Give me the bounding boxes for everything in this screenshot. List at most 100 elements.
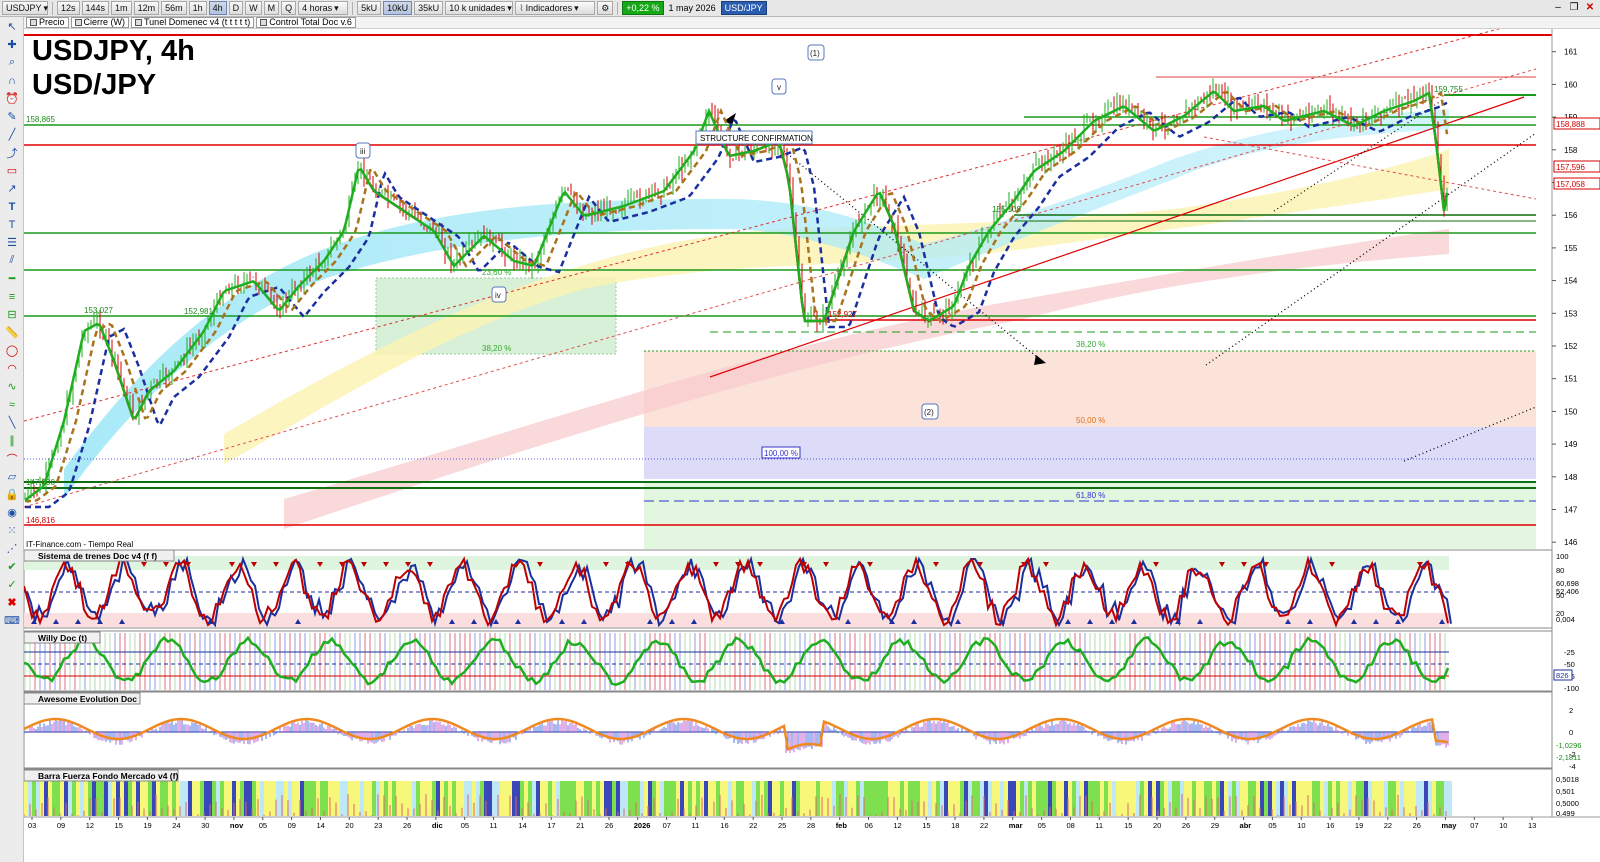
barra-bar — [1324, 781, 1328, 816]
trenes-axis: 1008060,69852,40650200,004 — [1556, 552, 1579, 624]
units-selector[interactable]: 10 k unidades ▾ — [445, 1, 514, 15]
eraser-icon[interactable]: ▱ — [2, 468, 22, 485]
barra-bar — [1088, 781, 1092, 816]
timeframe-1h[interactable]: 1h — [188, 1, 207, 15]
ellipse-icon[interactable]: ◯ — [2, 342, 22, 359]
timeframe-56m[interactable]: 56m — [161, 1, 187, 15]
barra-bar — [1448, 781, 1452, 816]
volume-10ku[interactable]: 10kU — [383, 1, 413, 15]
magnet-icon[interactable]: ∩ — [2, 72, 22, 89]
horizontal-line-icon[interactable]: ━ — [2, 270, 22, 287]
barra-bar — [48, 781, 52, 816]
check-icon[interactable]: ✓ — [2, 576, 22, 593]
barra-bar — [432, 781, 436, 816]
indicators-label: Indicadores — [525, 3, 573, 13]
restore-icon[interactable]: ❐ — [1568, 1, 1580, 14]
willy-bar — [1014, 633, 1016, 690]
willy-bar — [254, 633, 256, 690]
timeframe-12s[interactable]: 12s — [57, 1, 80, 15]
barra-bar — [152, 781, 156, 816]
willy-bar — [809, 633, 811, 690]
delete-icon[interactable]: ✖ — [2, 594, 22, 611]
timeframe-q[interactable]: Q — [281, 1, 297, 15]
barra-bar — [268, 781, 272, 816]
toolbar-divider — [52, 1, 53, 15]
timeframe-1m[interactable]: 1m — [111, 1, 132, 15]
timeframe-w[interactable]: W — [245, 1, 262, 15]
chart-area[interactable]: 158,865 153,027 152,981 152,927 155,108 … — [23, 15, 1600, 862]
period-selector[interactable]: 4 horas ▾ — [298, 1, 349, 15]
willy-bar — [1274, 633, 1276, 690]
awesome-tag: -1,0296 — [1556, 741, 1581, 750]
barra-bar — [440, 781, 444, 816]
timeframe-4h[interactable]: 4h — [208, 1, 227, 15]
barra-bar — [1224, 781, 1228, 816]
timeframe-12m[interactable]: 12m — [133, 1, 160, 15]
barra-bar — [1160, 781, 1164, 816]
cursor-icon[interactable]: ↖ — [2, 18, 22, 35]
parallel-icon[interactable]: ∥ — [2, 432, 22, 449]
keyboard-icon[interactable]: ⌨ — [2, 612, 22, 629]
text-box-icon[interactable]: T — [2, 216, 22, 233]
pencil-icon[interactable]: ✎ — [2, 108, 22, 125]
level-icon[interactable]: ⊟ — [2, 306, 22, 323]
willy-bar — [939, 633, 941, 690]
crosshair-icon[interactable]: ✚ — [2, 36, 22, 53]
lock-icon[interactable]: 🔒 — [2, 486, 22, 503]
barra-bar — [168, 781, 172, 816]
volume-5ku[interactable]: 5kU — [357, 1, 382, 15]
timeframe-144s[interactable]: 144s — [81, 1, 110, 15]
timeframe-m[interactable]: M — [263, 1, 280, 15]
arc-icon[interactable]: ◠ — [2, 360, 22, 377]
willy-bar — [934, 633, 936, 690]
tab-control-total[interactable]: Control Total Doc v.6 — [256, 17, 356, 28]
willy-bar — [1204, 633, 1206, 690]
line-icon[interactable]: ╲ — [2, 414, 22, 431]
barra-bar — [1136, 781, 1140, 816]
ruler-icon[interactable]: 📏 — [2, 324, 22, 341]
barra-bar — [756, 781, 760, 816]
close-icon[interactable]: ✕ — [1584, 1, 1596, 14]
rectangle-icon[interactable]: ▭ — [2, 162, 22, 179]
zoom-icon[interactable]: ⌕ — [2, 54, 22, 71]
date-tick-label: 05 — [259, 821, 267, 830]
timeframe-d[interactable]: D — [228, 1, 244, 15]
ray-icon[interactable]: ⤴ — [2, 144, 22, 161]
symbol-selector[interactable]: USDJPY ▾ — [2, 1, 48, 15]
fib-label-50: 50,00 % — [1076, 416, 1105, 425]
brush-icon[interactable]: ⌒ — [2, 450, 22, 467]
fibonacci-icon[interactable]: ☰ — [2, 234, 22, 251]
pattern-icon[interactable]: ⁙ — [2, 522, 22, 539]
channel-icon[interactable]: ⫽ — [2, 252, 22, 269]
text-icon[interactable]: T — [2, 198, 22, 215]
tab-tunel-domenec[interactable]: Tunel Domenec v4 (t t t t t) — [131, 17, 255, 28]
elliott-icon[interactable]: ⋰ — [2, 540, 22, 557]
eye-icon[interactable]: ◉ — [2, 504, 22, 521]
barra-bar — [632, 781, 636, 816]
alarm-icon[interactable]: ⏰ — [2, 90, 22, 107]
tab-price[interactable]: Precio — [26, 17, 69, 28]
barra-bar — [764, 781, 768, 816]
tab-close-w[interactable]: Cierre (W) — [70, 17, 130, 28]
willy-bar — [299, 633, 301, 690]
data-source: IT-Finance.com - Tiempo Real — [26, 540, 133, 549]
arrow-icon[interactable]: ↗ — [2, 180, 22, 197]
thumbs-up-icon[interactable]: ✔ — [2, 558, 22, 575]
fib-fan-icon[interactable]: ≡ — [2, 288, 22, 305]
barra-bar — [680, 781, 684, 816]
barra-bar — [1120, 781, 1124, 816]
wave-icon[interactable]: ≈ — [2, 396, 22, 413]
trenes-axis-label: 0,004 — [1556, 615, 1575, 624]
indicators-button[interactable]: ⌇ Indicadores ▾ — [515, 1, 596, 15]
barra-bar — [1236, 781, 1240, 816]
minimize-icon[interactable]: – — [1552, 1, 1564, 14]
barra-bar — [488, 781, 492, 816]
curve-icon[interactable]: ∿ — [2, 378, 22, 395]
date-tick-label: 30 — [201, 821, 209, 830]
date-tick-label: 19 — [143, 821, 151, 830]
volume-35ku[interactable]: 35kU — [414, 1, 444, 15]
settings-button[interactable]: ⚙ — [597, 1, 614, 15]
trendline-icon[interactable]: ╱ — [2, 126, 22, 143]
willy-bar — [929, 633, 931, 690]
barra-bar — [1188, 781, 1192, 816]
